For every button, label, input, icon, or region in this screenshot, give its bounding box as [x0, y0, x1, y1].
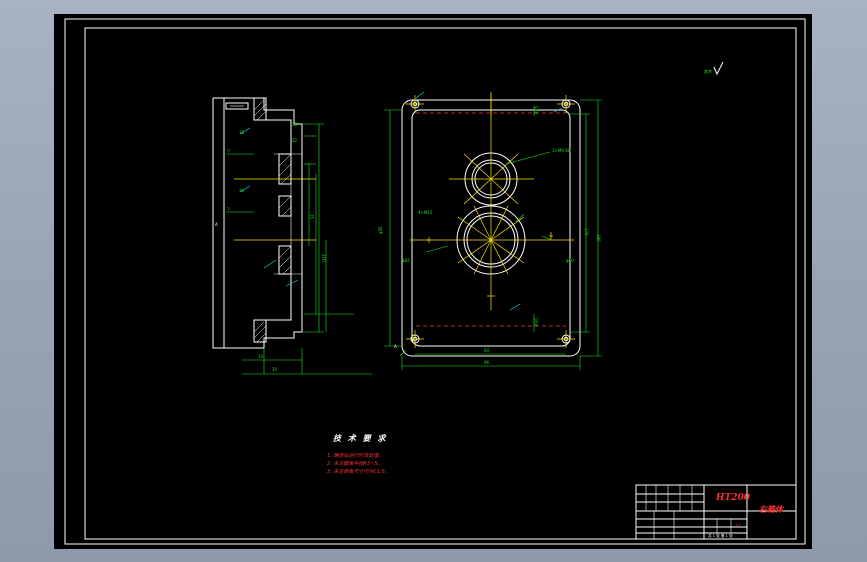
requirement-3: 3. 未注倒角尺寸均为C1.5。 [327, 468, 390, 475]
corner-bolt-holes [406, 95, 575, 348]
surface-finish-symbol: 其余 [704, 61, 724, 76]
front-dim-186: 186 [596, 234, 601, 242]
surface-finish-note: 其余 [704, 68, 712, 74]
svg-text:▽: ▽ [227, 148, 231, 153]
side-section-view: ▽ ▽ 16 30 28 22 75 110 10 35 A [212, 97, 372, 375]
front-view: 3×M6-6H 4×M12 φ56 186 172 96 60 R10 R15 … [378, 91, 602, 370]
cad-viewport[interactable]: 其余 ▽ ▽ 16 30 28 22 75 110 10 35 A 3×M6-6… [54, 14, 812, 549]
requirement-2: 2. 未注圆角半径R3~5。 [327, 460, 382, 467]
front-dim-R10: R10 [534, 318, 539, 326]
inner-frame-border [84, 27, 797, 540]
requirements-title: 技 术 要 求 [333, 434, 387, 443]
svg-text:A: A [394, 344, 397, 349]
technical-requirements: 技 术 要 求 1. 铸造后进行时效处理。 2. 未注圆角半径R3~5。 3. … [327, 434, 390, 475]
part-name: 右箱体 [759, 504, 785, 514]
side-dim-75: 75 [309, 214, 314, 220]
outer-sheet-border [64, 18, 806, 545]
front-dim-96: 96 [484, 360, 490, 365]
front-dim-172: 172 [584, 228, 589, 236]
section-hatching [253, 97, 292, 343]
drawing-sheet: 其余 ▽ ▽ 16 30 28 22 75 110 10 35 A 3×M6-6… [64, 18, 806, 545]
side-dim-10: 10 [258, 354, 264, 359]
svg-text:A: A [215, 222, 218, 227]
side-dim-28: 28 [292, 122, 298, 127]
requirement-1: 1. 铸造后进行时效处理。 [327, 452, 383, 459]
svg-text:▽: ▽ [227, 206, 231, 211]
front-note-4xM12: 4×M12 [418, 210, 433, 215]
front-note-3xM6: 3×M6-6H [552, 148, 571, 153]
sheet-count: 共 1 张 第 1 张 [708, 533, 733, 538]
front-dim-phi42: φ42 [402, 258, 410, 263]
material-label: HT200 [715, 493, 751, 503]
side-dim-16: 16 [239, 130, 245, 135]
front-dim-phi40: φ40 [566, 258, 574, 263]
side-dim-110: 110 [321, 254, 326, 262]
front-dim-60: 60 [484, 348, 490, 353]
front-dim-R15: R15 [534, 106, 539, 114]
side-dim-30: 30 [239, 188, 245, 193]
side-view-dimensions: ▽ ▽ 16 30 28 22 75 110 10 35 [226, 122, 372, 375]
side-dim-35: 35 [272, 367, 278, 372]
scale-value: 1:1 [735, 523, 741, 527]
title-block: HT200 右箱体 1:1 共 1 张 第 1 张 [635, 484, 797, 540]
side-dim-22: 22 [292, 138, 298, 143]
front-dim-phi56: φ56 [378, 226, 383, 234]
